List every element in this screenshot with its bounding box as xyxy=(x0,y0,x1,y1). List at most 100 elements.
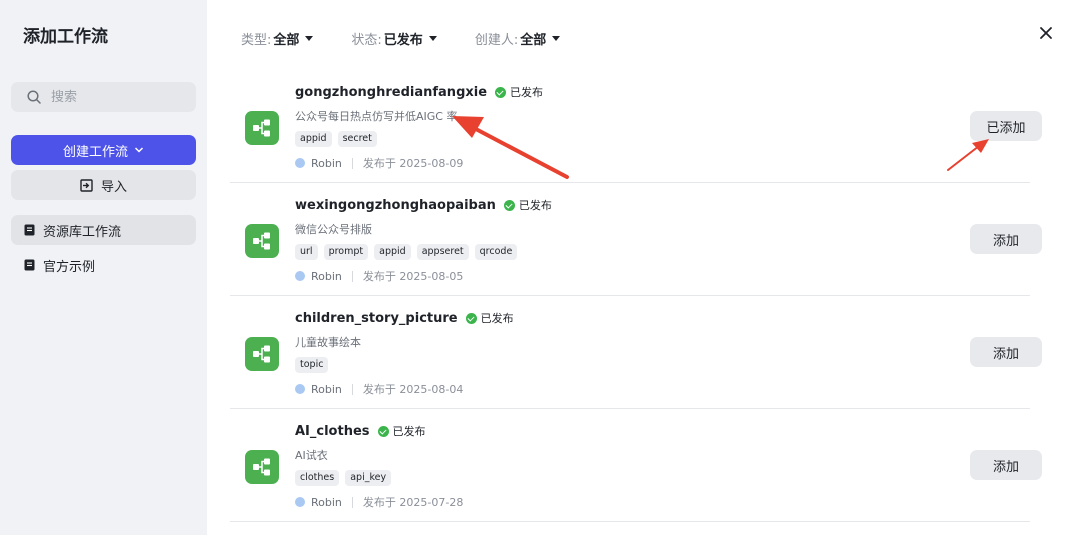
filter-bar: 类型: 全部 状态: 已发布 创建人: 全部 xyxy=(241,29,561,48)
tag-list: topic xyxy=(295,357,329,373)
workflow-row: gongzhonghredianfangxie 已发布 公众号每日热点仿写并低A… xyxy=(230,70,1042,183)
add-button[interactable]: 添加 xyxy=(970,450,1042,480)
workflow-icon xyxy=(245,224,279,258)
create-workflow-button[interactable]: 创建工作流 xyxy=(11,135,196,165)
tag: prompt xyxy=(323,244,369,260)
tag: appseret xyxy=(416,244,469,260)
import-icon xyxy=(80,178,93,192)
filter-key: 创建人: xyxy=(474,33,519,48)
status-text: 已发布 xyxy=(392,425,426,438)
nav-item-label: 资源库工作流 xyxy=(43,224,122,240)
workflow-row: children_story_picture 已发布 儿童故事绘本 topic … xyxy=(230,296,1042,409)
import-button[interactable]: 导入 xyxy=(11,170,196,200)
workflow-icon xyxy=(245,450,279,484)
author-name: Robin xyxy=(311,269,342,283)
author-name: Robin xyxy=(311,495,342,509)
tag: api_key xyxy=(345,470,392,486)
check-circle-icon xyxy=(377,425,389,437)
added-button[interactable]: 已添加 xyxy=(970,111,1042,141)
divider xyxy=(351,270,353,282)
workflow-name: wexingongzhonghaopaiban xyxy=(295,197,496,213)
filter-creator[interactable]: 创建人: 全部 xyxy=(474,29,561,48)
tag: appid xyxy=(295,131,332,147)
author-name: Robin xyxy=(311,382,342,396)
search-icon xyxy=(27,90,41,104)
publish-date: 发布于 2025-07-28 xyxy=(362,496,464,509)
status-text: 已发布 xyxy=(510,86,544,99)
status-text: 已发布 xyxy=(480,312,514,325)
tag: url xyxy=(295,244,318,260)
search-input[interactable] xyxy=(51,86,189,108)
chevron-down-icon xyxy=(134,147,144,153)
workflow-title[interactable]: AI_clothes 已发布 xyxy=(295,423,426,439)
check-circle-icon xyxy=(503,199,515,211)
check-circle-icon xyxy=(495,86,507,98)
status-badge: 已发布 xyxy=(495,84,543,100)
add-button[interactable]: 添加 xyxy=(970,337,1042,367)
avatar xyxy=(295,497,305,507)
workflow-description: AI试衣 xyxy=(295,449,328,462)
publish-date: 发布于 2025-08-05 xyxy=(362,270,464,283)
workflow-icon xyxy=(245,337,279,371)
dialog-title: 添加工作流 xyxy=(23,27,108,47)
publish-date: 发布于 2025-08-09 xyxy=(362,157,464,170)
workflow-name: children_story_picture xyxy=(295,310,458,326)
tag-list: appid secret xyxy=(295,131,377,147)
search-box[interactable] xyxy=(11,82,196,112)
filter-key: 类型: xyxy=(241,33,272,48)
tag: qrcode xyxy=(474,244,518,260)
caret-down-icon xyxy=(552,36,561,41)
workflow-name: AI_clothes xyxy=(295,423,370,439)
main-panel: 类型: 全部 状态: 已发布 创建人: 全部 gongzhonghredianf… xyxy=(207,0,1080,535)
status-badge: 已发布 xyxy=(377,423,426,439)
add-button[interactable]: 添加 xyxy=(970,224,1042,254)
filter-value: 已发布 xyxy=(383,33,423,48)
workflow-meta: Robin 发布于 2025-08-05 xyxy=(295,268,463,284)
workflow-description: 儿童故事绘本 xyxy=(295,336,361,349)
status-badge: 已发布 xyxy=(465,310,514,326)
publish-date: 发布于 2025-08-04 xyxy=(362,383,464,396)
create-workflow-label: 创建工作流 xyxy=(62,144,128,160)
workflow-title[interactable]: children_story_picture 已发布 xyxy=(295,310,514,326)
tag: clothes xyxy=(295,470,340,486)
tag-list: url prompt appid appseret qrcode xyxy=(295,244,518,260)
avatar xyxy=(295,158,305,168)
nav-item-library-workflows[interactable]: 资源库工作流 xyxy=(11,215,196,245)
workflow-row: wexingongzhonghaopaiban 已发布 微信公众号排版 url … xyxy=(230,183,1042,296)
filter-status[interactable]: 状态: 已发布 xyxy=(351,29,437,48)
workflow-meta: Robin 发布于 2025-08-04 xyxy=(295,381,463,397)
author-name: Robin xyxy=(311,156,342,170)
filter-key: 状态: xyxy=(351,33,382,48)
tag-list: clothes api_key xyxy=(295,470,392,486)
workflow-name: gongzhonghredianfangxie xyxy=(295,84,488,100)
workflow-description: 微信公众号排版 xyxy=(295,223,372,236)
avatar xyxy=(295,384,305,394)
import-label: 导入 xyxy=(100,179,127,195)
divider xyxy=(351,496,353,508)
caret-down-icon xyxy=(428,36,437,41)
caret-down-icon xyxy=(305,36,314,41)
nav-item-label: 官方示例 xyxy=(43,259,96,275)
sidebar: 添加工作流 创建工作流 导入 资源库工作流 xyxy=(0,0,207,535)
workflow-meta: Robin 发布于 2025-07-28 xyxy=(295,494,463,510)
workflow-description: 公众号每日热点仿写并低AIGC 率 xyxy=(295,110,458,123)
close-icon[interactable] xyxy=(1037,24,1055,42)
nav-item-official-examples[interactable]: 官方示例 xyxy=(11,250,196,280)
tag: topic xyxy=(295,357,329,373)
check-circle-icon xyxy=(465,312,477,324)
tag: secret xyxy=(337,131,377,147)
status-text: 已发布 xyxy=(518,199,552,212)
avatar xyxy=(295,271,305,281)
workflow-title[interactable]: wexingongzhonghaopaiban 已发布 xyxy=(295,197,552,213)
filter-value: 全部 xyxy=(273,33,300,48)
book-icon xyxy=(24,259,35,271)
workflow-row: AI_clothes 已发布 AI试衣 clothes api_key Robi… xyxy=(230,409,1042,522)
tag: appid xyxy=(374,244,411,260)
filter-value: 全部 xyxy=(520,33,547,48)
workflow-title[interactable]: gongzhonghredianfangxie 已发布 xyxy=(295,84,543,100)
divider xyxy=(351,157,353,169)
workflow-icon xyxy=(245,111,279,145)
divider xyxy=(351,383,353,395)
book-icon xyxy=(24,224,35,236)
filter-type[interactable]: 类型: 全部 xyxy=(241,29,314,48)
